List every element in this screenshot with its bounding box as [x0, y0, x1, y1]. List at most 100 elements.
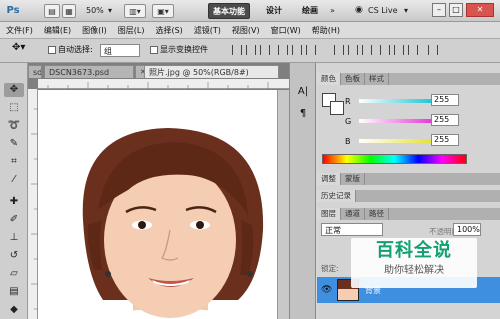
- restore-button[interactable]: □: [449, 3, 463, 17]
- menu-edit[interactable]: 编辑(E): [44, 25, 71, 36]
- quick-select-tool-icon[interactable]: ✎: [4, 137, 24, 151]
- tab-layers[interactable]: 图层: [317, 208, 341, 220]
- tab-adjustments[interactable]: 调整: [317, 173, 341, 185]
- chevron-down-icon[interactable]: ▾: [404, 6, 408, 15]
- marquee-tool-icon[interactable]: ⬚: [4, 101, 24, 115]
- globe-icon[interactable]: ◉: [355, 5, 363, 15]
- menu-window[interactable]: 窗口(W): [271, 25, 301, 36]
- crop-tool-icon[interactable]: ⌗: [4, 155, 24, 169]
- blend-mode-dropdown[interactable]: 正常: [321, 223, 383, 236]
- lasso-tool-icon[interactable]: ➰: [4, 119, 24, 133]
- arrange-documents-icon[interactable]: ▥▾: [124, 4, 146, 18]
- clone-stamp-tool-icon[interactable]: ⊥: [4, 231, 24, 245]
- document-area: sd DSCN3673.psd ✕ 照片.jpg @ 50%(RGB/8#): [28, 63, 289, 319]
- tab-document-active[interactable]: 照片.jpg @ 50%(RGB/8#): [144, 65, 279, 78]
- tab-color[interactable]: 颜色: [317, 73, 341, 85]
- watermark-title: 百科全说: [376, 240, 452, 261]
- history-panel-tabs: 历史记录: [317, 190, 500, 202]
- distribute-right-icon[interactable]: [408, 45, 418, 55]
- layers-panel-tabs: 图层 通道 路径: [317, 208, 500, 220]
- opacity-input[interactable]: 100%: [453, 223, 481, 236]
- align-hcenter-icon[interactable]: [292, 45, 302, 55]
- distribute-vcenter-icon[interactable]: [348, 45, 358, 55]
- bridge-icon[interactable]: ▤: [44, 4, 60, 18]
- tab-document-1[interactable]: sd: [28, 65, 42, 78]
- align-right-icon[interactable]: [306, 45, 316, 55]
- distribute-left-icon[interactable]: [380, 45, 390, 55]
- menu-image[interactable]: 图像(I): [82, 25, 107, 36]
- menu-filter[interactable]: 滤镜(T): [194, 25, 221, 36]
- auto-select-option[interactable]: 自动选择:: [48, 44, 93, 55]
- watermark-badge: 百科全说 助你轻松解决: [351, 238, 477, 288]
- tab-masks[interactable]: 蒙版: [341, 173, 365, 185]
- distribute-top-icon[interactable]: [334, 45, 344, 55]
- menu-view[interactable]: 视图(V): [232, 25, 260, 36]
- color-spectrum-bar[interactable]: [322, 154, 467, 164]
- background-color-swatch[interactable]: [330, 101, 344, 115]
- tab-paths[interactable]: 路径: [365, 208, 389, 220]
- brush-tool-icon[interactable]: ✐: [4, 213, 24, 227]
- horizontal-ruler[interactable]: [38, 79, 289, 89]
- eraser-tool-icon[interactable]: ▱: [4, 267, 24, 281]
- paragraph-panel-icon[interactable]: ¶: [296, 107, 310, 121]
- align-left-icon[interactable]: [278, 45, 288, 55]
- show-transform-option[interactable]: 显示变换控件: [150, 44, 208, 55]
- blur-tool-icon[interactable]: ◆: [4, 303, 24, 317]
- tab-document-2[interactable]: DSCN3673.psd: [44, 65, 134, 78]
- move-tool-icon[interactable]: ✥: [4, 83, 24, 97]
- document-canvas[interactable]: [38, 90, 277, 319]
- workspace-design-button[interactable]: 设计: [262, 3, 286, 19]
- vertical-ruler[interactable]: [28, 89, 38, 319]
- chevron-down-icon[interactable]: ▾: [108, 6, 112, 15]
- tab-swatches[interactable]: 色板: [341, 73, 365, 85]
- align-vcenter-icon[interactable]: [246, 45, 256, 55]
- show-transform-checkbox[interactable]: [150, 45, 158, 54]
- zoom-level[interactable]: 50%: [86, 6, 104, 15]
- history-brush-tool-icon[interactable]: ↺: [4, 249, 24, 263]
- more-workspaces-button[interactable]: »: [330, 6, 335, 15]
- gradient-tool-icon[interactable]: ▤: [4, 285, 24, 299]
- healing-brush-tool-icon[interactable]: ✚: [4, 195, 24, 209]
- workspace-essentials-button[interactable]: 基本功能: [208, 3, 250, 19]
- mini-bridge-icon[interactable]: ▦: [62, 4, 76, 18]
- character-panel-icon[interactable]: A|: [296, 85, 310, 99]
- tab-history[interactable]: 历史记录: [317, 190, 356, 202]
- distribute-bottom-icon[interactable]: [362, 45, 372, 55]
- cs-live-button[interactable]: CS Live: [368, 6, 398, 15]
- screen-mode-icon[interactable]: ▣▾: [152, 4, 174, 18]
- green-slider-track[interactable]: [359, 119, 431, 123]
- portrait-photo: [82, 128, 264, 319]
- align-top-icon[interactable]: [232, 45, 242, 55]
- adjustments-panel-tabs: 调整 蒙版: [317, 173, 500, 185]
- menu-help[interactable]: 帮助(H): [312, 25, 340, 36]
- green-slider: G 255: [345, 114, 459, 126]
- menu-layer[interactable]: 图层(L): [118, 25, 145, 36]
- minimize-button[interactable]: –: [432, 3, 446, 17]
- distribute-hcenter-icon[interactable]: [394, 45, 404, 55]
- photoshop-window: Ps ▤ ▦ 50% ▾ ▥▾ ▣▾ 基本功能 设计 绘画 » ◉ CS Liv…: [0, 0, 500, 319]
- menu-file[interactable]: 文件(F): [6, 25, 33, 36]
- eye-icon[interactable]: 👁: [321, 285, 332, 295]
- align-bottom-icon[interactable]: [260, 45, 270, 55]
- workspace-painting-button[interactable]: 绘画: [298, 3, 322, 19]
- menu-select[interactable]: 选择(S): [155, 25, 182, 36]
- auto-select-dropdown[interactable]: 组: [100, 44, 140, 57]
- tab-channels[interactable]: 通道: [341, 208, 365, 220]
- blue-slider-track[interactable]: [359, 139, 431, 143]
- auto-align-layers-icon[interactable]: [428, 45, 438, 55]
- green-value-input[interactable]: 255: [431, 114, 459, 126]
- blue-label: B: [345, 136, 351, 146]
- red-slider-track[interactable]: [359, 99, 431, 103]
- auto-select-checkbox[interactable]: [48, 45, 56, 54]
- blue-value-input[interactable]: 255: [431, 134, 459, 146]
- color-panel-tabs: 颜色 色板 样式: [317, 73, 500, 85]
- ruler-ticks: [31, 108, 38, 310]
- red-value-input[interactable]: 255: [431, 94, 459, 106]
- vertical-scrollbar[interactable]: [277, 90, 289, 319]
- tab-styles[interactable]: 样式: [365, 73, 389, 85]
- blue-slider: B 255: [345, 134, 459, 146]
- close-button[interactable]: ✕: [466, 3, 494, 17]
- move-tool-preset-icon[interactable]: ✥▾: [12, 42, 25, 53]
- eyedropper-tool-icon[interactable]: ⁄: [4, 173, 24, 187]
- ps-logo: Ps: [6, 5, 20, 16]
